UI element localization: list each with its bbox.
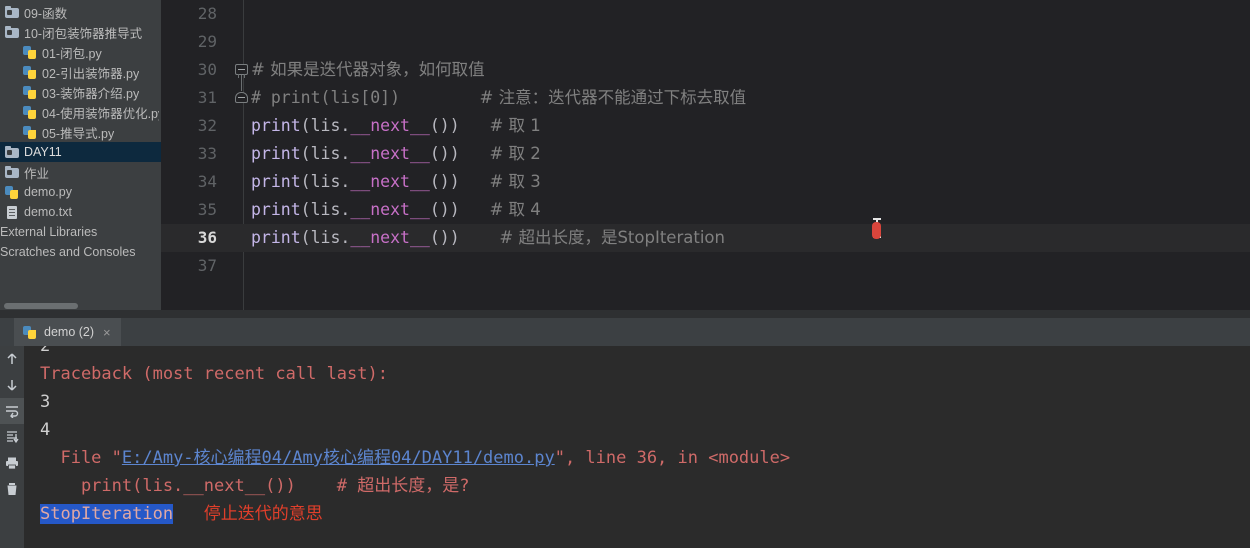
console-line-value-3: 3 <box>40 392 51 412</box>
folder-icon <box>4 4 20 20</box>
line-number: 34 <box>197 172 217 191</box>
code-editor[interactable]: 28 29 30 # 如果是迭代器对象，如何取值 31 # print(lis[0]) #… <box>161 0 1250 318</box>
run-console-panel: demo (2) × 2 Traceback (most recent call … <box>0 318 1250 548</box>
line-number: 37 <box>197 256 217 275</box>
line-number: 32 <box>197 116 217 135</box>
text-file-icon <box>4 204 20 220</box>
line-number: 31 <box>197 88 217 107</box>
line-number: 28 <box>197 4 217 23</box>
folder-icon <box>4 164 20 180</box>
code-text: print(lis.__next__()) # 取 2 <box>251 144 541 163</box>
console-line-source-echo: print(lis.__next__()) # 超出长度，是? <box>40 476 470 496</box>
code-line-30[interactable]: 30 # 如果是迭代器对象，如何取值 <box>161 56 1250 84</box>
project-tree-sidebar[interactable]: 09-函数 10-闭包装饰器推导式 01-闭包.py 02-引出装饰器.py 03-装饰… <box>0 0 161 318</box>
python-file-icon <box>22 124 38 140</box>
python-file-icon <box>22 44 38 60</box>
code-text: print(lis.__next__()) # 取 1 <box>251 116 541 135</box>
line-number: 35 <box>197 200 217 219</box>
python-file-icon <box>4 184 20 200</box>
code-line-28[interactable]: 28 <box>161 0 1250 28</box>
tree-item-9[interactable]: demo.py <box>0 182 161 202</box>
code-lines[interactable]: 28 29 30 # 如果是迭代器对象，如何取值 31 # print(lis[0]) #… <box>161 0 1250 318</box>
line-number: 30 <box>197 60 217 79</box>
fold-start-icon[interactable] <box>235 63 249 84</box>
traceback-file-link[interactable]: E:/Amy-核心编程04/Amy核心编程04/DAY11/demo.py <box>122 448 555 468</box>
code-line-29[interactable]: 29 <box>161 28 1250 56</box>
tree-item-label: 09-函数 <box>24 6 68 21</box>
tree-item-8[interactable]: 作业 <box>0 162 161 182</box>
code-text: # 如果是迭代器对象，如何取值 <box>251 60 485 79</box>
python-file-icon <box>22 324 38 340</box>
code-text: # print(lis[0]) # 注意：迭代器不能通过下标去取值 <box>251 88 747 107</box>
code-line-36[interactable]: 36 print(lis.__next__()) # 超出长度，是StopIter… <box>161 224 1250 252</box>
tree-item-label: 03-装饰器介绍.py <box>42 86 140 101</box>
console-line-clipped: 2 <box>40 346 51 356</box>
print-icon[interactable] <box>0 450 24 476</box>
scroll-down-icon[interactable] <box>0 372 24 398</box>
console-tab-demo[interactable]: demo (2) × <box>14 318 121 346</box>
tree-item-label: 10-闭包装饰器推导式 <box>24 26 143 41</box>
code-line-33[interactable]: 33 print(lis.__next__()) # 取 2 <box>161 140 1250 168</box>
console-line-value-4: 4 <box>40 420 51 440</box>
code-text: print(lis.__next__()) # 超出长度，是StopIterat… <box>251 228 725 247</box>
folder-icon <box>4 24 20 40</box>
project-tree[interactable]: 09-函数 10-闭包装饰器推导式 01-闭包.py 02-引出装饰器.py 03-装饰… <box>0 0 161 262</box>
code-line-32[interactable]: 32 print(lis.__next__()) # 取 1 <box>161 112 1250 140</box>
tree-item-4[interactable]: 03-装饰器介绍.py <box>0 82 161 102</box>
tree-item-6[interactable]: 05-推导式.py <box>0 122 161 142</box>
tree-item-label: 04-使用装饰器优化.py <box>42 106 159 121</box>
tree-item-10[interactable]: demo.txt <box>0 202 161 222</box>
python-file-icon <box>22 84 38 100</box>
tree-item-0[interactable]: 09-函数 <box>0 2 161 22</box>
tree-item-7[interactable]: DAY11 <box>0 142 161 162</box>
clear-all-icon[interactable] <box>0 476 24 502</box>
tree-item-label: demo.py <box>24 185 72 199</box>
tree-item-label: DAY11 <box>24 145 62 159</box>
code-line-34[interactable]: 34 print(lis.__next__()) # 取 3 <box>161 168 1250 196</box>
fold-end-icon[interactable] <box>235 81 249 105</box>
console-output[interactable]: 2 Traceback (most recent call last): 3 4 Fi… <box>24 346 1250 548</box>
console-line-exception-line: StopIteration 停止迭代的意思 <box>40 504 323 524</box>
code-line-35[interactable]: 35 print(lis.__next__()) # 取 4 <box>161 196 1250 224</box>
console-line-traceback-header: Traceback (most recent call last): <box>40 364 388 384</box>
tree-item-label: 作业 <box>24 166 50 181</box>
close-icon[interactable]: × <box>103 326 111 339</box>
tree-item-11[interactable]: External Libraries <box>0 222 161 242</box>
tree-item-label: Scratches and Consoles <box>0 245 136 259</box>
tree-item-2[interactable]: 01-闭包.py <box>0 42 161 62</box>
tree-item-label: 01-闭包.py <box>42 46 102 61</box>
code-text: print(lis.__next__()) # 取 3 <box>251 172 541 191</box>
tree-item-label: 02-引出装饰器.py <box>42 66 140 81</box>
console-tabbar: demo (2) × <box>0 318 1250 346</box>
scroll-to-end-icon[interactable] <box>0 424 24 450</box>
code-line-31[interactable]: 31 # print(lis[0]) # 注意：迭代器不能通过下标去取值 <box>161 81 1250 112</box>
tree-item-3[interactable]: 02-引出装饰器.py <box>0 62 161 82</box>
tree-item-5[interactable]: 04-使用装饰器优化.py <box>0 102 161 122</box>
top-area: 09-函数 10-闭包装饰器推导式 01-闭包.py 02-引出装饰器.py 03-装饰… <box>0 0 1250 318</box>
tree-item-label: demo.txt <box>24 205 72 219</box>
soft-wrap-icon[interactable] <box>0 398 24 424</box>
line-number: 29 <box>197 32 217 51</box>
tree-item-label: External Libraries <box>0 225 98 239</box>
line-number: 33 <box>197 144 217 163</box>
tree-item-12[interactable]: Scratches and Consoles <box>0 242 161 262</box>
line-number: 36 <box>197 228 217 247</box>
tree-item-1[interactable]: 10-闭包装饰器推导式 <box>0 22 161 42</box>
sidebar-scrollbar-thumb[interactable] <box>4 303 78 309</box>
tree-item-label: 05-推导式.py <box>42 126 115 141</box>
console-line-file-line[interactable]: File "E:/Amy-核心编程04/Amy核心编程04/DAY11/demo… <box>40 444 1250 472</box>
code-text: print(lis.__next__()) # 取 4 <box>251 200 541 219</box>
code-line-37[interactable]: 37 <box>161 252 1250 280</box>
scroll-up-icon[interactable] <box>0 346 24 372</box>
sidebar-horizontal-scrollbar[interactable] <box>0 302 161 309</box>
console-tab-label: demo (2) <box>44 325 95 339</box>
python-file-icon <box>22 104 38 120</box>
folder-icon <box>4 144 20 160</box>
ide-window: 09-函数 10-闭包装饰器推导式 01-闭包.py 02-引出装饰器.py 03-装饰… <box>0 0 1250 548</box>
python-file-icon <box>22 64 38 80</box>
console-toolbar[interactable] <box>0 346 24 548</box>
